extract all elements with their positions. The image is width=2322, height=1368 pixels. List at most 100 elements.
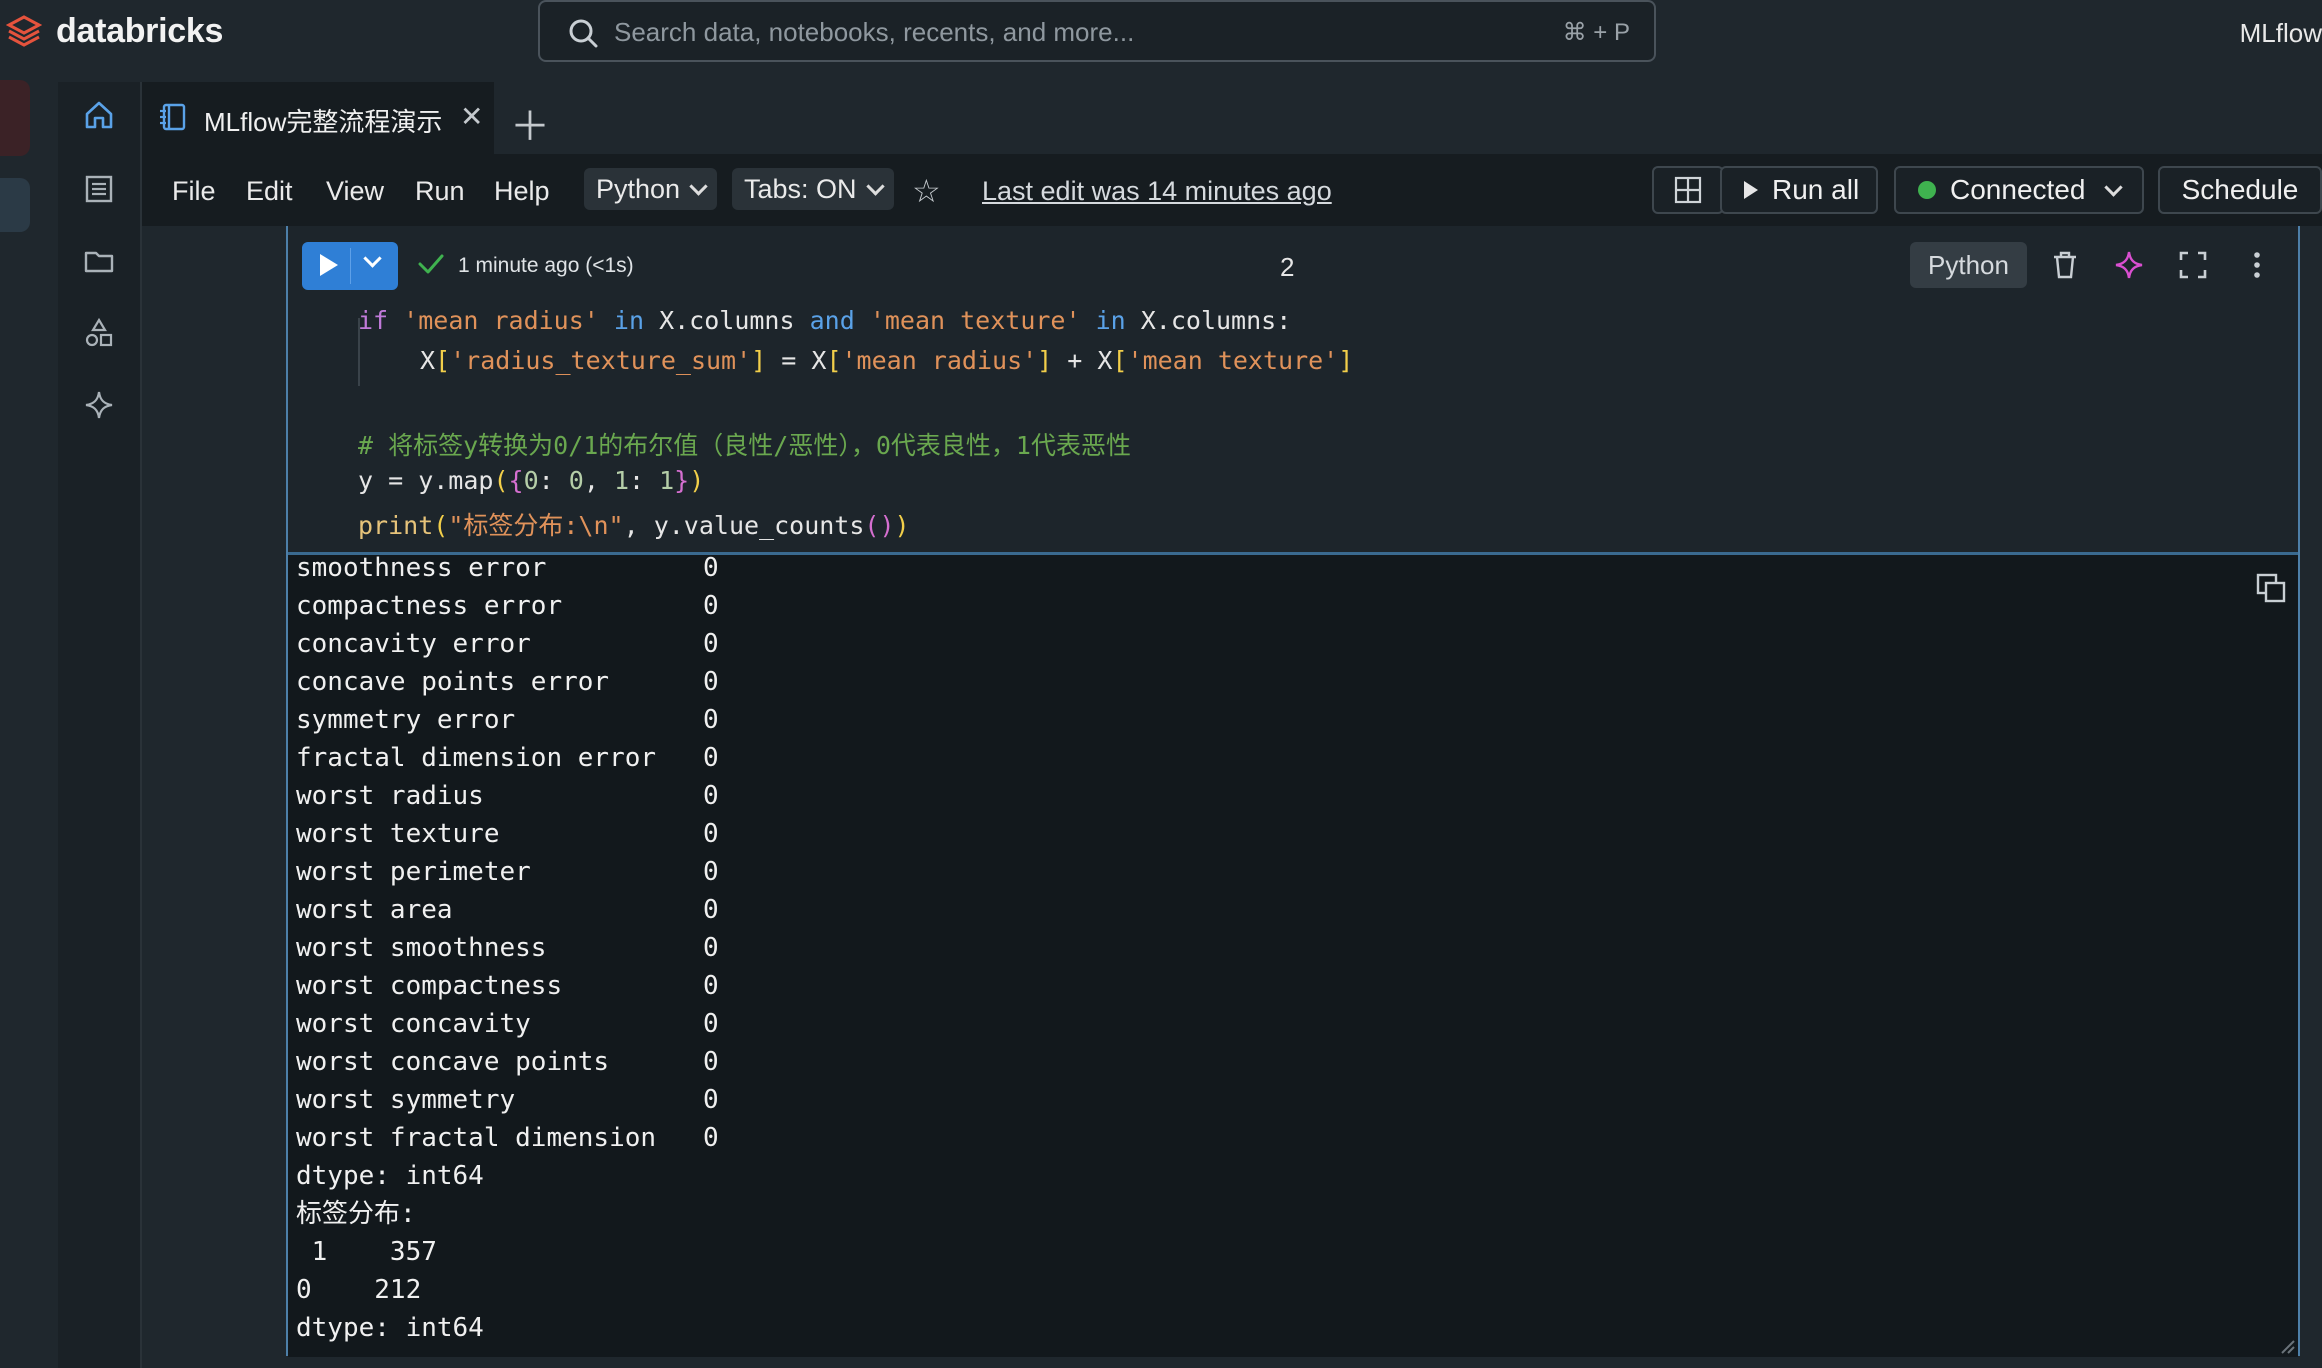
- expand-icon: [2179, 251, 2207, 279]
- output-line: smoothness error 0: [296, 553, 719, 583]
- tabs-mode-label: Tabs: ON: [744, 173, 857, 204]
- star-icon[interactable]: ☆: [912, 172, 941, 210]
- cell-toolbar: 1 minute ago (<1s) 2 Python: [288, 226, 2298, 308]
- output-line: concave points error 0: [296, 667, 719, 697]
- home-icon: [85, 101, 113, 129]
- output-line: worst radius 0: [296, 781, 719, 811]
- chevron-down-icon: [865, 176, 885, 196]
- delete-cell-button[interactable]: [2046, 246, 2084, 284]
- sidebar-assistant-button[interactable]: [78, 384, 120, 426]
- sidebar-home-button[interactable]: [78, 94, 120, 136]
- schedule-button[interactable]: Schedule: [2158, 166, 2322, 214]
- language-dropdown[interactable]: Python: [584, 168, 718, 210]
- cell-output: smoothness error 0 compactness error 0 con…: [288, 552, 2298, 1357]
- connection-label: Connected: [1950, 174, 2086, 205]
- code-line: print("标签分布:\n", y.value_counts()): [358, 511, 910, 540]
- new-tab-button[interactable]: ＋: [510, 94, 550, 152]
- ai-assistant-icon: [2115, 251, 2143, 279]
- code-editor[interactable]: if 'mean radius' in X.columns and 'mean …: [288, 306, 2298, 552]
- cell-number: 2: [1280, 252, 1295, 282]
- layout-icon: [1674, 176, 1702, 204]
- output-line: 标签分布:: [296, 1199, 416, 1229]
- tab-title: MLflow完整流程演示: [204, 107, 443, 137]
- chevron-down-icon[interactable]: [363, 249, 382, 268]
- ai-assistant-button[interactable]: [2110, 246, 2148, 284]
- language-label: Python: [596, 173, 681, 204]
- output-line: concavity error 0: [296, 629, 719, 659]
- notebook-sidebar: [58, 82, 142, 1368]
- output-line: 1 357: [296, 1237, 437, 1267]
- output-line: symmetry error 0: [296, 705, 719, 735]
- outer-rail-item-active[interactable]: [0, 178, 30, 232]
- output-line: worst concavity 0: [296, 1009, 719, 1039]
- output-line: fractal dimension error 0: [296, 743, 719, 773]
- sidebar-workspace-button[interactable]: [78, 240, 120, 282]
- output-line: dtype: int64: [296, 1161, 484, 1191]
- top-bar: databricks Search data, notebooks, recen…: [0, 0, 2322, 66]
- code-line: X['radius_texture_sum'] = X['mean radius…: [420, 346, 1354, 375]
- outer-rail: [0, 66, 56, 1368]
- last-edit-link[interactable]: Last edit was 14 minutes ago: [982, 176, 1332, 207]
- output-line: worst smoothness 0: [296, 933, 719, 963]
- expand-cell-button[interactable]: [2174, 246, 2212, 284]
- shapes-icon: [85, 317, 113, 347]
- output-line: worst fractal dimension 0: [296, 1123, 719, 1153]
- output-line: worst compactness 0: [296, 971, 719, 1001]
- menu-file[interactable]: File: [172, 176, 216, 207]
- folder-icon: [84, 251, 114, 273]
- more-icon: [2254, 252, 2260, 278]
- output-line: worst concave points 0: [296, 1047, 719, 1077]
- status-dot-icon: [1918, 181, 1936, 199]
- cell-more-button[interactable]: [2238, 246, 2276, 284]
- output-line: worst symmetry 0: [296, 1085, 719, 1115]
- play-icon: [320, 254, 338, 276]
- menu-edit[interactable]: Edit: [246, 176, 293, 207]
- catalog-icon: [85, 175, 113, 203]
- menu-run[interactable]: Run: [415, 176, 465, 207]
- output-line: worst area 0: [296, 895, 719, 925]
- tabs-mode-dropdown[interactable]: Tabs: ON: [732, 168, 894, 210]
- databricks-logo-icon[interactable]: [6, 14, 42, 50]
- code-comment: # 将标签y转换为0/1的布尔值（良性/恶性），0代表良性，1代表恶性: [358, 431, 1131, 460]
- menu-help[interactable]: Help: [494, 176, 550, 207]
- compute-connection-dropdown[interactable]: Connected: [1894, 166, 2144, 214]
- sparkle-icon: [85, 391, 113, 419]
- cell-run-status: 1 minute ago (<1s): [458, 254, 634, 277]
- code-line: if 'mean radius' in X.columns and 'mean …: [358, 306, 1292, 335]
- copy-icon[interactable]: [2254, 571, 2288, 605]
- workspace-name[interactable]: MLflow: [2240, 18, 2322, 49]
- code-line: y = y.map({0: 0, 1: 1}): [358, 466, 705, 495]
- output-line: worst perimeter 0: [296, 857, 719, 887]
- output-line: 0 212: [296, 1275, 422, 1305]
- run-all-label: Run all: [1772, 174, 1860, 205]
- notebook-menu-bar: File Edit View Run Help Python Tabs: ON …: [142, 154, 2322, 226]
- notebook-tab-strip: MLflow完整流程演示 ✕ ＋: [142, 82, 2322, 154]
- search-shortcut-hint: ⌘ + P: [1562, 19, 1630, 46]
- output-line: compactness error 0: [296, 591, 719, 621]
- output-line: worst texture 0: [296, 819, 719, 849]
- search-icon: [569, 19, 598, 48]
- output-line: dtype: int64: [296, 1313, 484, 1343]
- tab-notebook[interactable]: MLflow完整流程演示 ✕: [142, 82, 494, 154]
- run-button-divider: [350, 248, 351, 284]
- cell-language-badge[interactable]: Python: [1910, 242, 2027, 288]
- layout-toggle-button[interactable]: [1652, 166, 1724, 214]
- sidebar-catalog-button[interactable]: [78, 312, 120, 354]
- run-all-button[interactable]: Run all: [1720, 166, 1878, 214]
- resize-handle-icon[interactable]: [2278, 1337, 2296, 1355]
- schedule-label: Schedule: [2181, 174, 2299, 205]
- notebook-icon: [160, 103, 186, 131]
- search-placeholder: Search data, notebooks, recents, and mor…: [614, 17, 1135, 47]
- run-cell-button[interactable]: [302, 242, 398, 290]
- trash-icon: [2054, 251, 2076, 279]
- chevron-down-icon: [2104, 177, 2124, 197]
- outer-rail-item-highlight[interactable]: [0, 80, 30, 156]
- check-icon: [418, 254, 444, 274]
- search-bar[interactable]: Search data, notebooks, recents, and mor…: [538, 0, 1656, 62]
- sidebar-table-of-contents-button[interactable]: [78, 168, 120, 210]
- chevron-down-icon: [689, 176, 708, 196]
- close-icon[interactable]: ✕: [460, 100, 483, 133]
- output-text: smoothness error 0 compactness error 0 con…: [296, 553, 719, 1347]
- brand-name[interactable]: databricks: [56, 12, 223, 51]
- menu-view[interactable]: View: [326, 176, 384, 207]
